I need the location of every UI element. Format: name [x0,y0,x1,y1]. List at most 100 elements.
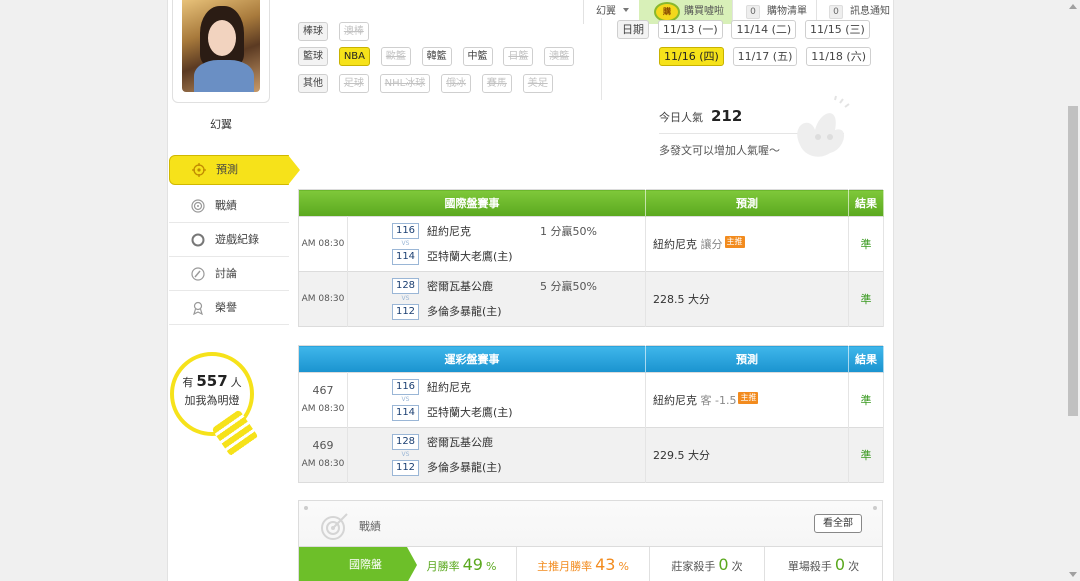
team-away[interactable]: 密爾瓦基公鹿 [427,434,493,450]
target-icon [321,513,348,540]
filter-chip[interactable]: 足球 [338,74,369,93]
score-top: 128 [392,278,419,294]
sidebar-item-honor[interactable]: 榮譽 [169,291,289,325]
result: 準 [848,271,884,327]
table-row: AM 08:30 128 VS 112 密爾瓦基公鹿 多倫多暴龍(主) 5 分贏… [298,271,884,327]
fans-bulb: 有 557 人 加我為明燈 [170,352,259,458]
target-icon [191,198,205,213]
vs-label: VS [401,295,410,302]
date-chip[interactable]: 11/18 (六) [806,47,871,66]
date-chip-selected[interactable]: 11/16 (四) [659,47,724,66]
vs-label: VS [401,451,410,458]
buy-label: 購買噓啦 [684,6,724,17]
date-chip[interactable]: 11/17 (五) [732,47,798,66]
filter-chip-nba[interactable]: NBA [338,47,371,66]
record-icon [191,233,205,246]
sidebar-item-predict[interactable]: 預測 [169,155,300,185]
filter-chip[interactable]: 賽馬 [481,74,512,93]
match-cell: 116 VS 114 紐約尼克 亞特蘭大老鷹(主) [347,372,646,428]
filter-other-row: 其他 足球 NHL冰球 俄冰 賽馬 美足 [298,74,560,96]
house-killer: 莊家殺手 0 次 [650,547,765,581]
game-time: 467 AM 08:30 [298,372,348,428]
view-all-button[interactable]: 看全部 [814,514,862,533]
filter-chip[interactable]: 美足 [522,74,553,93]
filter-chip[interactable]: 中籃 [462,47,493,66]
sidebar-item-discussion[interactable]: 討論 [169,257,289,291]
popularity-label: 今日人氣 [659,111,703,124]
popularity: 今日人氣 212 [659,107,742,125]
fans-count: 557 [196,372,228,390]
scroll-down-arrow-icon[interactable] [1069,572,1077,577]
monthly-win-rate: 月勝率 49% [407,547,517,581]
date-chip[interactable]: 11/13 (一) [657,20,723,39]
date-row-2: 11/16 (四) 11/17 (五) 11/18 (六) [659,47,876,69]
team-home[interactable]: 多倫多暴龍(主) [427,303,502,319]
score-bottom: 114 [392,249,419,265]
cart-label: 購物清單 [767,6,807,17]
filter-chip[interactable]: 歐籃 [380,47,411,66]
sidebar-item-label: 預測 [216,163,238,176]
filter-chip[interactable]: 俄冰 [441,74,472,93]
team-away[interactable]: 紐約尼克 [427,379,471,395]
notice-label: 訊息通知 [850,6,890,17]
featured-tag: 主推 [724,236,745,248]
column-header: 結果 [848,189,884,217]
vs-label: VS [401,396,410,403]
filter-chip[interactable]: NHL冰球 [379,74,431,93]
table-row: 467 AM 08:30 116 VS 114 紐約尼克 亞特蘭大老鷹(主) 紐… [298,372,884,428]
record-title: 戰績 [359,520,381,533]
team-away[interactable]: 紐約尼克 [427,223,471,239]
crosshair-icon [192,163,206,177]
chevron-down-icon [623,8,630,12]
sidebar-item-label: 戰績 [215,199,237,212]
filter-chip[interactable]: 韓籃 [421,47,452,66]
tab-international[interactable]: 國際盤 [299,547,417,581]
date-row-1: 日期 11/13 (一) 11/14 (二) 11/15 (三) [617,20,875,42]
game-time: AM 08:30 [298,271,348,327]
scroll-up-arrow-icon[interactable] [1069,4,1077,9]
match-cell: 116 VS 114 紐約尼克 亞特蘭大老鷹(主) 1 分贏50% [347,216,646,272]
match-cell: 128 VS 112 密爾瓦基公鹿 多倫多暴龍(主) 5 分贏50% [347,271,646,327]
date-chip[interactable]: 11/15 (三) [805,20,870,39]
date-chip[interactable]: 11/14 (二) [731,20,797,39]
game-time: AM 08:30 [298,216,348,272]
mascot-icon [797,95,850,157]
featured-tag: 主推 [738,392,759,404]
discussion-icon [191,266,205,281]
team-home[interactable]: 多倫多暴龍(主) [427,459,502,475]
table-row: 469 AM 08:30 128 VS 112 密爾瓦基公鹿 多倫多暴龍(主) … [298,427,884,483]
team-away[interactable]: 密爾瓦基公鹿 [427,278,493,294]
score-bottom: 112 [392,304,419,320]
page-scrollbar[interactable] [1066,0,1080,581]
filter-label-baseball: 棒球 [298,22,328,41]
sidebar-item-game-log[interactable]: 遊戲紀錄 [169,223,289,257]
date-label: 日期 [617,20,649,39]
sidebar-item-label: 討論 [215,267,237,280]
single-killer: 單場殺手 0 次 [787,555,860,574]
avatar-frame [172,0,270,103]
scrollbar-thumb[interactable] [1068,106,1078,416]
spread: 1 分贏50% [540,225,597,238]
popularity-value: 212 [711,107,743,125]
sidebar-item-record[interactable]: 戰績 [169,189,289,223]
filter-label-other: 其他 [298,74,328,93]
cart-count-badge: 0 [746,5,760,19]
fans-cta: 加我為明燈 [184,394,240,407]
score-top: 116 [392,223,419,239]
filter-chip[interactable]: 日籃 [503,47,534,66]
sidebar-item-label: 榮譽 [215,301,237,314]
filter-chip[interactable]: 澳籃 [544,47,575,66]
team-home[interactable]: 亞特蘭大老鷹(主) [427,404,513,420]
filter-chip[interactable]: 澳棒 [338,22,369,41]
result: 準 [848,372,884,428]
table-row: AM 08:30 116 VS 114 紐約尼克 亞特蘭大老鷹(主) 1 分贏5… [298,216,884,272]
team-home[interactable]: 亞特蘭大老鷹(主) [427,248,513,264]
score-bottom: 114 [392,405,419,421]
international-table: 國際盤賽事 預測 結果 AM 08:30 116 VS 114 紐約尼克 亞特蘭… [298,189,884,327]
prediction: 紐約尼克 客 -1.5 主推 [645,372,849,428]
fans-count-line: 有 557 人 [182,372,242,390]
coin-logo-icon: 購 [654,2,680,22]
vs-label: VS [401,240,410,247]
avatar[interactable] [182,0,260,92]
filter-divider [601,18,602,100]
